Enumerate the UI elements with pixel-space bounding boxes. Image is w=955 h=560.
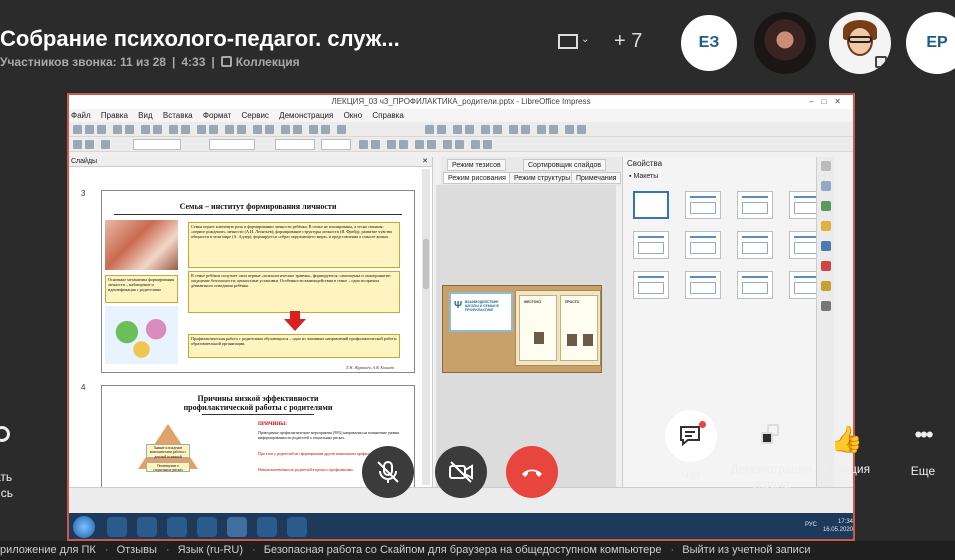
psi-logo-icon: Ψ [454,300,463,311]
collection-icon [220,56,232,67]
skype-icon [257,517,277,537]
tab-structure: Режим структуры [509,172,576,184]
impress-icon [227,517,247,537]
slide-title: Причины низкой эффективности профилактич… [183,394,333,412]
tab-notes: Примечания [571,172,622,184]
thumbs-up-icon: 👍 [830,424,864,454]
menu-bar: Файл Правка Вид Вставка Формат Сервис Де… [69,109,853,122]
close-icon: ✕ [422,158,428,165]
more-dots-icon: ••• [914,422,933,447]
explorer-icon [107,517,127,537]
menu-edit: Правка [100,111,128,120]
footer-link-sign-out[interactable]: Выйти из учетной записи [682,544,810,556]
record-icon [0,426,10,442]
layout-tile [685,231,721,259]
family-photo [105,220,178,270]
slide-number: 4 [81,383,86,392]
screen-share-badge-icon [875,56,887,68]
layout-tile [737,191,773,219]
windows-taskbar: РУС 17:34 16.05.2020 [69,513,853,539]
menu-format: Формат [202,111,232,120]
tab-outline: Режим тезисов [447,159,506,171]
chat-button[interactable]: Чат [665,410,717,482]
avatar-video-participant[interactable] [754,12,816,74]
camera-toggle-button[interactable] [435,446,487,498]
window-controls: ‒□✕ [809,97,849,106]
chevron-down-icon: ⌄ [581,34,590,45]
camera-off-icon [449,461,473,483]
slide-number: 3 [81,189,86,198]
avatar-er[interactable]: ЕР [906,12,955,74]
slides-pane-header: Слайды ✕ [69,157,432,167]
footer-link-feedback[interactable]: Отзывы [117,544,157,556]
footer-links: риложение для ПК · Отзывы · Язык (ru-RU) · … [0,541,955,560]
footer-link-desktop-app[interactable]: риложение для ПК [0,544,96,556]
view-tabs: Режим тезисов Сортировщик слайдов Режим … [441,157,622,187]
menu-slideshow: Демонстрация [279,111,334,120]
opera-icon [197,517,217,537]
menu-tools: Сервис [241,111,269,120]
tab-drawing: Режим рисования [443,172,511,184]
layout-frame-icon [558,34,578,49]
app-icon [287,517,307,537]
menu-file: Файл [71,111,91,120]
slide-thumbnail: Семья – институт формирования личности С… [101,190,415,373]
layout-tile [633,231,669,259]
slides-scrollbar [422,169,430,485]
menu-insert: Вставка [162,111,193,120]
hang-up-icon [522,469,542,477]
screen-share-button[interactable]: Демонстрация экрана [728,420,814,492]
menu-view: Вид [138,111,153,120]
arrow-down-icon [284,311,306,331]
layout-toggle-button[interactable]: ⌄ [556,30,590,54]
footer-link-language[interactable]: Язык (ru-RU) [178,544,243,556]
avatar-teacher-cartoon[interactable] [829,12,891,74]
call-duration: 4:33 [181,55,206,69]
current-slide: Ψ ВЗАИМОДЕЙСТВИЕ ШКОЛЫ И СЕМЬИ В ПРОФИЛА… [442,285,602,373]
toolbar-line-fill [69,137,853,152]
slides-pane: Слайды ✕ 3 Семья – институт формирования… [69,157,433,495]
toolbar-standard [69,122,853,137]
slide-title: Семья – институт формирования личности [179,202,337,211]
collection-link[interactable]: Коллекция [236,55,300,69]
share-screen-icon [759,424,783,448]
menu-help: Справка [372,111,404,120]
window-titlebar: ЛЕКЦИЯ_03 ч3_ПРОФИЛАКТИКА_родители.pptx … [69,95,853,109]
slide-board: Ψ ВЗАИМОДЕЙСТВИЕ ШКОЛЫ И СЕМЬИ В ПРОФИЛА… [449,292,513,332]
unread-dot [699,421,706,428]
avatar-ez[interactable]: ЕЗ [678,12,740,74]
layout-tile [737,231,773,259]
family-cartoon [105,306,178,364]
call-title: Собрание психолого-педагог. служ... [0,26,400,51]
add-people-button[interactable]: + 7 [614,30,642,53]
layout-tile [685,191,721,219]
properties-header: Свойства ✕ [623,157,834,171]
slide-booklet: ЖЕСТОКО ПРОСТО [515,290,601,366]
footer-link-safe-use[interactable]: Безопасная работа со Скайпом для браузер… [264,544,662,556]
window-title: ЛЕКЦИЯ_03 ч3_ПРОФИЛАКТИКА_родители.pptx … [331,97,591,106]
participants-count[interactable]: Участников звонка: 11 из 28 [0,55,166,69]
reaction-button[interactable]: 👍 Реакция [820,424,874,476]
layout-tile [633,271,669,299]
taskbar-clock: 17:34 16.05.2020 [822,519,853,533]
input-language: РУС [804,522,817,528]
layout-tile [633,191,669,219]
ie-icon [137,517,157,537]
layout-tile [685,271,721,299]
call-subtitle: Участников звонка: 11 из 28 | 4:33 | Коллекц… [0,55,300,69]
layouts-section: ▪ Макеты [629,173,659,180]
mute-mic-button[interactable] [362,446,414,498]
chrome-icon [167,517,187,537]
more-options-button[interactable]: ••• Еще [898,422,948,479]
mic-off-icon [377,461,399,483]
end-call-button[interactable] [506,446,558,498]
menu-window: Окно [343,111,363,120]
tab-slide-sorter: Сортировщик слайдов [523,159,607,171]
layout-tile [737,271,773,299]
start-icon [73,516,95,538]
slide-workspace: Ψ ВЗАИМОДЕЙСТВИЕ ШКОЛЫ И СЕМЬИ В ПРОФИЛА… [436,185,616,487]
